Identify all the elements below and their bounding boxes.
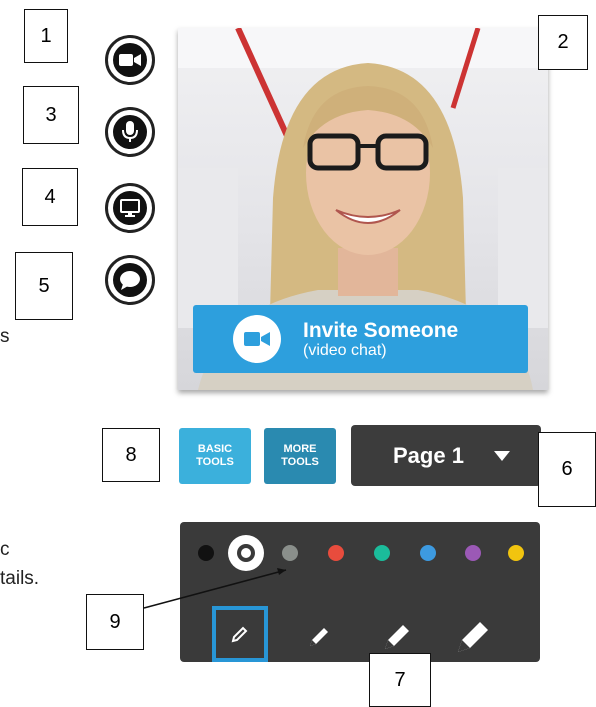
camera-icon bbox=[119, 54, 141, 66]
pencil-thick-icon bbox=[385, 625, 409, 649]
stray-text-3: tails. bbox=[0, 568, 40, 589]
pencil-thin-icon bbox=[231, 626, 248, 643]
callout-5: 5 bbox=[15, 252, 73, 320]
color-red[interactable] bbox=[328, 545, 344, 561]
stray-text-1: s bbox=[0, 326, 10, 347]
microphone-icon bbox=[122, 121, 138, 142]
video-camera-icon bbox=[244, 332, 270, 346]
microphone-button[interactable] bbox=[105, 107, 155, 157]
callout-8: 8 bbox=[102, 428, 160, 482]
color-gray[interactable] bbox=[282, 545, 298, 561]
invite-label: Invite Someone bbox=[303, 318, 459, 342]
color-blue[interactable] bbox=[420, 545, 436, 561]
invite-camera-circle bbox=[233, 315, 281, 363]
color-green[interactable] bbox=[374, 545, 390, 561]
basic-tools-button[interactable]: BASIC TOOLS bbox=[179, 428, 251, 484]
color-purple[interactable] bbox=[465, 545, 481, 561]
chevron-down-icon bbox=[493, 450, 510, 461]
basic-tools-label-2: TOOLS bbox=[196, 456, 234, 468]
more-tools-label-1: MORE bbox=[283, 442, 317, 455]
page-label: Page 1 bbox=[393, 442, 464, 468]
camera-button[interactable] bbox=[105, 35, 155, 85]
invite-someone-button[interactable]: Invite Someone (video chat) bbox=[193, 305, 528, 373]
callout-9: 9 bbox=[86, 594, 144, 650]
callout-4: 4 bbox=[22, 168, 78, 226]
color-black[interactable] bbox=[198, 545, 214, 561]
pencil-extra-thick-icon bbox=[458, 622, 488, 652]
chat-button[interactable] bbox=[105, 255, 155, 305]
drawing-palette bbox=[180, 522, 540, 662]
color-yellow[interactable] bbox=[508, 545, 524, 561]
more-tools-label-2: TOOLS bbox=[281, 456, 319, 468]
page-select-dropdown[interactable]: Page 1 bbox=[351, 425, 541, 486]
screen-share-button[interactable] bbox=[105, 183, 155, 233]
invite-sublabel: (video chat) bbox=[303, 341, 387, 359]
pen-thin-button[interactable] bbox=[212, 606, 268, 662]
chat-icon bbox=[120, 271, 140, 290]
callout-6: 6 bbox=[538, 432, 596, 507]
callout-7: 7 bbox=[369, 653, 431, 707]
color-white-selected[interactable] bbox=[228, 535, 264, 571]
basic-tools-label-1: BASIC bbox=[197, 442, 233, 455]
callout-2: 2 bbox=[538, 15, 588, 70]
pencil-medium-icon bbox=[310, 628, 328, 646]
screen-share-icon bbox=[120, 199, 140, 217]
more-tools-button[interactable]: MORE TOOLS bbox=[264, 428, 336, 484]
pen-extra-thick-button[interactable] bbox=[446, 608, 502, 664]
pen-medium-button[interactable] bbox=[292, 608, 348, 664]
callout-3: 3 bbox=[23, 86, 79, 144]
callout-1: 1 bbox=[24, 9, 68, 63]
stray-text-2: c bbox=[0, 539, 10, 560]
